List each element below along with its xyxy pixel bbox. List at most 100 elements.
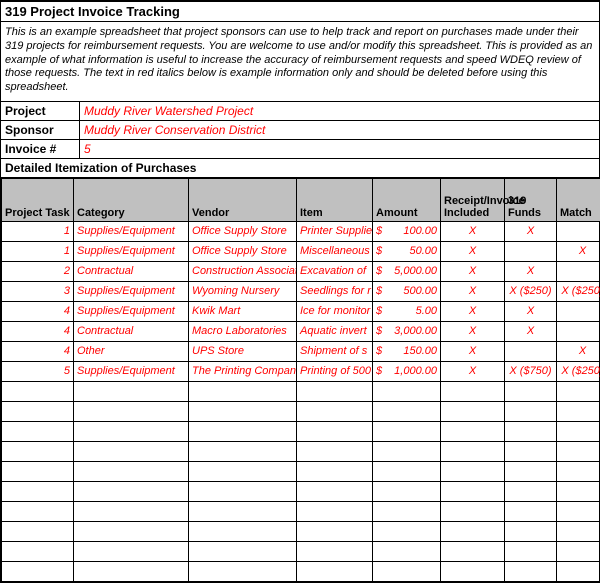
table-row[interactable] (2, 461, 600, 481)
table-row[interactable]: 2ContractualConstruction AssociatExcavat… (2, 261, 600, 281)
cell-receipt[interactable]: X (441, 281, 505, 301)
meta-sponsor-row: Sponsor Muddy River Conservation Distric… (1, 121, 599, 140)
table-row[interactable]: 4ContractualMacro LaboratoriesAquatic in… (2, 321, 600, 341)
col-category: Category (74, 178, 189, 221)
project-value[interactable]: Muddy River Watershed Project (80, 102, 599, 120)
cell-receipt[interactable]: X (441, 301, 505, 321)
cell-task[interactable]: 5 (2, 361, 74, 381)
cell-vendor[interactable]: Wyoming Nursery (189, 281, 297, 301)
cell-category[interactable]: Contractual (74, 321, 189, 341)
table-row[interactable]: 4Supplies/EquipmentKwik MartIce for moni… (2, 301, 600, 321)
sponsor-value[interactable]: Muddy River Conservation District (80, 121, 599, 139)
table-row[interactable] (2, 541, 600, 561)
table-row[interactable] (2, 401, 600, 421)
table-row[interactable]: 3Supplies/EquipmentWyoming NurserySeedli… (2, 281, 600, 301)
cell-vendor[interactable]: Kwik Mart (189, 301, 297, 321)
cell-match[interactable] (557, 261, 600, 281)
meta-project-row: Project Muddy River Watershed Project (1, 102, 599, 121)
cell-item[interactable]: Printing of 500 (297, 361, 373, 381)
cell-match[interactable]: X (557, 341, 600, 361)
cell-match[interactable] (557, 301, 600, 321)
col-amount: Amount (373, 178, 441, 221)
cell-receipt[interactable]: X (441, 241, 505, 261)
cell-receipt[interactable]: X (441, 261, 505, 281)
cell-vendor[interactable]: Office Supply Store (189, 241, 297, 261)
table-row[interactable] (2, 441, 600, 461)
table-row[interactable] (2, 521, 600, 541)
cell-task[interactable]: 2 (2, 261, 74, 281)
cell-task[interactable]: 1 (2, 221, 74, 241)
project-label: Project (1, 102, 80, 120)
col-vendor: Vendor (189, 178, 297, 221)
cell-receipt[interactable]: X (441, 321, 505, 341)
table-row[interactable] (2, 501, 600, 521)
cell-319funds[interactable] (505, 341, 557, 361)
cell-amount[interactable]: $5.00 (373, 301, 441, 321)
cell-item[interactable]: Excavation of (297, 261, 373, 281)
meta-invoice-row: Invoice # 5 (1, 140, 599, 159)
cell-category[interactable]: Contractual (74, 261, 189, 281)
table-row[interactable]: 5Supplies/EquipmentThe Printing CompanPr… (2, 361, 600, 381)
cell-category[interactable]: Supplies/Equipment (74, 281, 189, 301)
cell-match[interactable] (557, 321, 600, 341)
cell-amount[interactable]: $500.00 (373, 281, 441, 301)
cell-amount[interactable]: $150.00 (373, 341, 441, 361)
cell-vendor[interactable]: Construction Associat (189, 261, 297, 281)
cell-item[interactable]: Ice for monitor (297, 301, 373, 321)
cell-category[interactable]: Supplies/Equipment (74, 301, 189, 321)
table-row[interactable] (2, 561, 600, 581)
cell-task[interactable]: 1 (2, 241, 74, 261)
cell-match[interactable]: X ($250) (557, 281, 600, 301)
cell-receipt[interactable]: X (441, 221, 505, 241)
invoice-label: Invoice # (1, 140, 80, 158)
cell-319funds[interactable]: X (505, 221, 557, 241)
cell-item[interactable]: Aquatic invert (297, 321, 373, 341)
table-row[interactable]: 1Supplies/EquipmentOffice Supply StoreMi… (2, 241, 600, 261)
cell-match[interactable]: X (557, 241, 600, 261)
cell-task[interactable]: 4 (2, 341, 74, 361)
cell-match[interactable] (557, 221, 600, 241)
cell-category[interactable]: Supplies/Equipment (74, 221, 189, 241)
cell-amount[interactable]: $1,000.00 (373, 361, 441, 381)
table-row[interactable] (2, 421, 600, 441)
cell-task[interactable]: 4 (2, 301, 74, 321)
cell-amount[interactable]: $3,000.00 (373, 321, 441, 341)
table-row[interactable]: 4OtherUPS StoreShipment of s$150.00XX (2, 341, 600, 361)
cell-319funds[interactable]: X (505, 261, 557, 281)
cell-amount[interactable]: $100.00 (373, 221, 441, 241)
cell-319funds[interactable]: X (505, 321, 557, 341)
table-row[interactable]: 1Supplies/EquipmentOffice Supply StorePr… (2, 221, 600, 241)
cell-vendor[interactable]: The Printing Compan (189, 361, 297, 381)
cell-319funds[interactable]: X (505, 301, 557, 321)
cell-item[interactable]: Shipment of s (297, 341, 373, 361)
table-row[interactable] (2, 481, 600, 501)
cell-item[interactable]: Miscellaneous (297, 241, 373, 261)
cell-item[interactable]: Seedlings for r (297, 281, 373, 301)
cell-item[interactable]: Printer Supplie (297, 221, 373, 241)
cell-category[interactable]: Supplies/Equipment (74, 361, 189, 381)
invoice-value[interactable]: 5 (80, 140, 599, 158)
cell-receipt[interactable]: X (441, 361, 505, 381)
cell-task[interactable]: 3 (2, 281, 74, 301)
cell-319funds[interactable]: X ($750) (505, 361, 557, 381)
cell-vendor[interactable]: Macro Laboratories (189, 321, 297, 341)
table-header-row: Project Task Category Vendor Item Amount… (2, 178, 600, 221)
cell-receipt[interactable]: X (441, 341, 505, 361)
cell-match[interactable]: X ($250) (557, 361, 600, 381)
cell-amount[interactable]: $50.00 (373, 241, 441, 261)
col-319funds: 319 Funds (505, 178, 557, 221)
table-row[interactable] (2, 381, 600, 401)
table-body: 1Supplies/EquipmentOffice Supply StorePr… (2, 221, 600, 581)
cell-category[interactable]: Other (74, 341, 189, 361)
cell-category[interactable]: Supplies/Equipment (74, 241, 189, 261)
description-text: This is an example spreadsheet that proj… (1, 22, 599, 102)
sheet-title: 319 Project Invoice Tracking (1, 1, 599, 22)
cell-319funds[interactable] (505, 241, 557, 261)
cell-amount[interactable]: $5,000.00 (373, 261, 441, 281)
col-match: Match (557, 178, 600, 221)
cell-vendor[interactable]: Office Supply Store (189, 221, 297, 241)
section-header: Detailed Itemization of Purchases (1, 159, 599, 178)
cell-319funds[interactable]: X ($250) (505, 281, 557, 301)
cell-task[interactable]: 4 (2, 321, 74, 341)
cell-vendor[interactable]: UPS Store (189, 341, 297, 361)
